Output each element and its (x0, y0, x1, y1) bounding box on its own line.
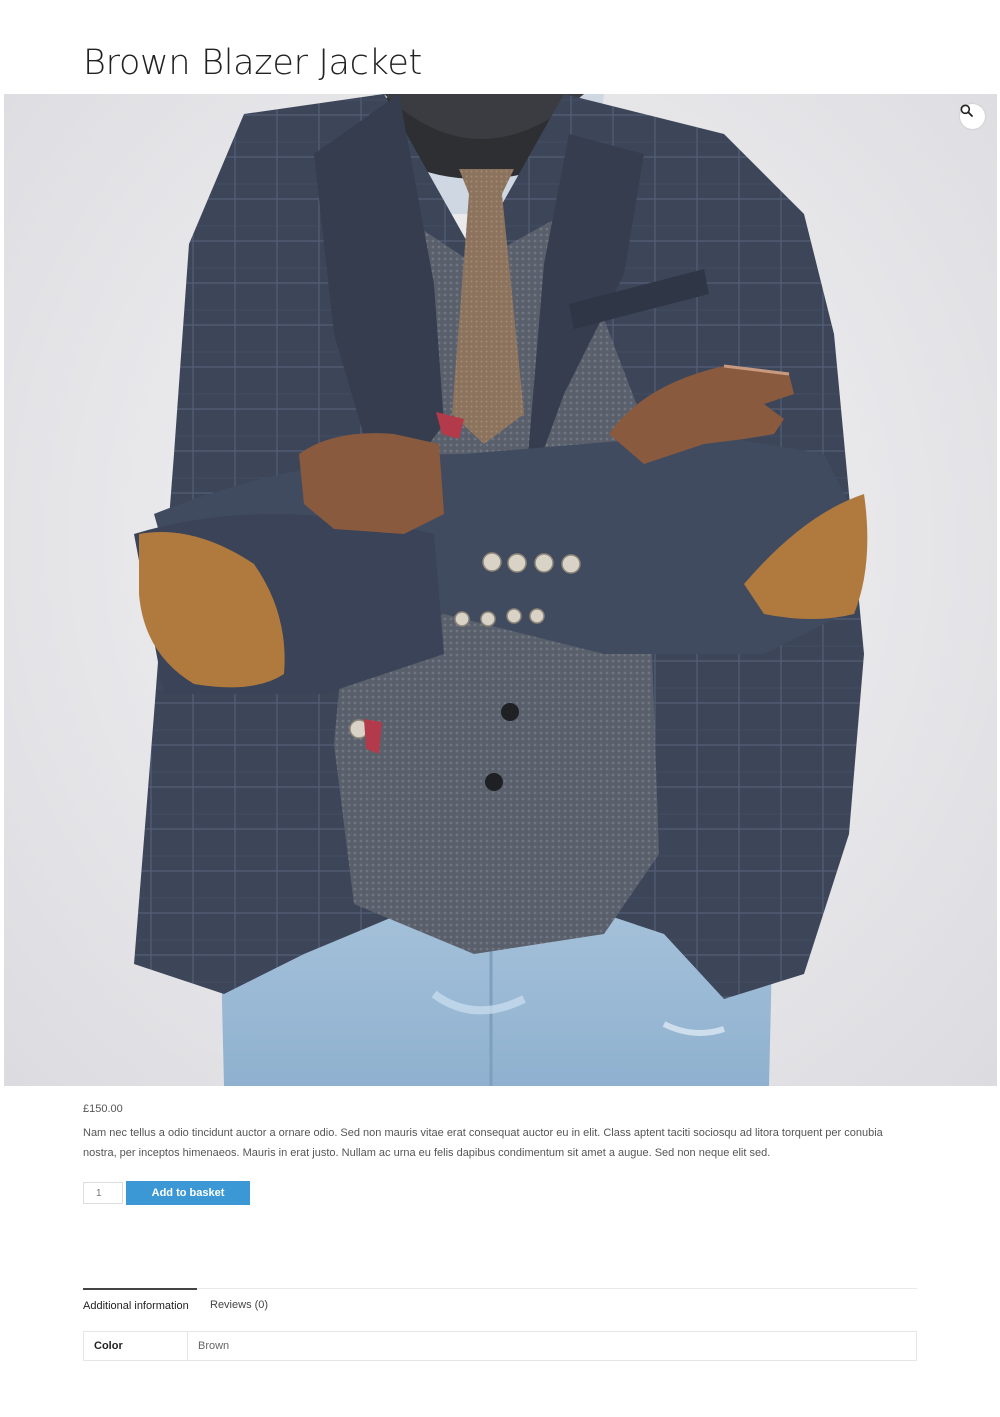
product-title: Brown Blazer Jacket (83, 43, 422, 83)
attribute-value: Brown (187, 1331, 917, 1361)
product-description: Nam nec tellus a odio tincidunt auctor a… (83, 1127, 883, 1159)
product-price: £150.00 (83, 1103, 123, 1115)
product-image (134, 94, 868, 1086)
zoom-button[interactable] (960, 104, 985, 129)
add-to-basket-button[interactable]: Add to basket (126, 1181, 250, 1205)
product-attributes-table: Color Brown (83, 1331, 917, 1361)
search-icon (960, 104, 973, 117)
product-gallery (4, 94, 997, 1086)
tab-additional-information[interactable]: Additional information (83, 1288, 197, 1321)
quantity-input[interactable] (83, 1182, 123, 1204)
attribute-name: Color (83, 1331, 188, 1361)
add-to-cart-form: Add to basket (83, 1181, 250, 1205)
tab-reviews[interactable]: Reviews (0) (210, 1289, 268, 1320)
table-row: Color Brown (83, 1331, 917, 1361)
tabs-divider (83, 1288, 917, 1289)
